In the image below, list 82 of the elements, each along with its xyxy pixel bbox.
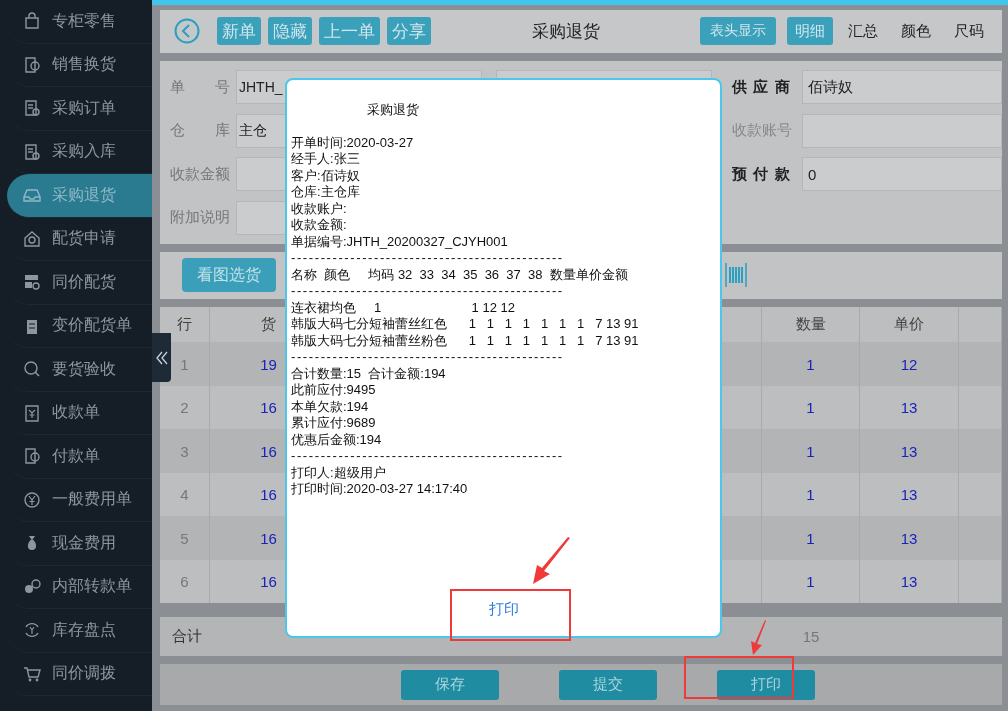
print-button[interactable]: 打印 [474, 594, 533, 624]
sidebar-label: 要货验收 [52, 358, 116, 379]
row-number: 6 [160, 559, 210, 604]
sidebar-label: 采购退货 [52, 184, 116, 205]
sidebar-label: 采购订单 [52, 97, 116, 118]
shop-icon [22, 272, 42, 293]
sidebar-label: 现金费用 [52, 532, 116, 553]
sidebar-item[interactable]: 销售换货 [7, 43, 152, 87]
input-field[interactable] [802, 113, 1002, 148]
document-icon [22, 446, 42, 467]
table-cell: 1 [762, 429, 860, 473]
sidebar-item[interactable]: 内部转款单 [7, 565, 152, 609]
sidebar-label: 同价调拨 [52, 663, 116, 684]
receipt-line: 开单时间:2020-03-27 [291, 134, 414, 151]
collapse-tab[interactable] [152, 333, 171, 382]
sidebar-label: 采购入库 [52, 141, 116, 162]
field-label: 仓 库 [170, 121, 230, 141]
table-cell: 12 [860, 342, 959, 386]
sidebar-label: 变价配货单 [52, 315, 132, 336]
view-tab[interactable]: 汇总 [840, 17, 886, 46]
field-label: 单 号 [170, 77, 230, 97]
barcode-scan-icon[interactable] [725, 262, 747, 289]
document-icon [22, 141, 42, 162]
sidebar-label: 库存盘点 [52, 619, 116, 640]
sidebar-label: 同价配货 [52, 271, 116, 292]
sidebar-item[interactable]: 采购订单 [7, 87, 152, 131]
house-icon [22, 228, 42, 249]
sidebar-label: 付款单 [52, 445, 100, 466]
sidebar-item[interactable]: 付款单 [7, 435, 152, 479]
sidebar-item[interactable]: 同价配货 [7, 261, 152, 305]
document-icon [22, 98, 42, 119]
sidebar-label: 专柜零售 [52, 10, 116, 31]
total-label: 合计 [171, 627, 203, 647]
sidebar-item[interactable]: 专柜零售 [7, 0, 152, 44]
yen-icon [22, 489, 42, 510]
field-label: 预 付 款 [732, 164, 790, 184]
document-icon [22, 54, 42, 75]
input-field[interactable]: 佰诗奴 [802, 70, 1002, 105]
field-label: 收款账号 [732, 121, 790, 141]
row-number: 5 [160, 516, 210, 560]
receipt-line: ---------------------------------------------- [291, 283, 564, 300]
double-chevron-icon [155, 349, 168, 366]
receipt-line: 仓库:主仓库 [291, 184, 360, 201]
view-tab[interactable]: 颜色 [893, 17, 939, 46]
receipt-line: ---------------------------------------------- [291, 250, 564, 267]
sidebar-item[interactable]: 变价配货单 [7, 304, 152, 348]
sidebar-item[interactable]: 一般费用单 [7, 478, 152, 522]
sidebar-label: 内部转款单 [52, 576, 132, 597]
sidebar-item[interactable]: 收款单 [7, 391, 152, 435]
input-field[interactable]: 0 [802, 157, 1002, 192]
sidebar-item[interactable]: 库存盘点 [7, 609, 152, 653]
table-cell: 1 [762, 342, 860, 386]
sidebar-item[interactable]: 同价调拨 [7, 652, 152, 696]
sidebar-label: 销售换货 [52, 54, 116, 75]
receipt-title: 采购退货 [367, 102, 419, 119]
receipt-line: 收款金额: [291, 217, 347, 234]
page-title: 采购退货 [530, 20, 601, 43]
table-cell: 13 [860, 429, 959, 473]
receipt-line: 客户:佰诗奴 [291, 167, 360, 184]
row-number: 3 [160, 429, 210, 473]
total-quantity: 15 [801, 628, 821, 646]
table-cell: 1 [762, 559, 860, 604]
receipt-line: 经手人:张三 [291, 151, 360, 168]
receipt-line: 名称 颜色 均码 32 33 34 35 36 37 38 数量单价金额 [291, 266, 628, 283]
sidebar-label: 一般费用单 [52, 489, 132, 510]
field-label: 收款金额 [170, 164, 230, 184]
receipt-icon [22, 402, 42, 423]
receipt-line: 单据编号:JHTH_20200327_CJYH001 [291, 233, 508, 250]
table-cell: 13 [860, 516, 959, 560]
field-label: 供 应 商 [732, 77, 790, 97]
table-cell: 13 [860, 559, 959, 604]
table-cell: 1 [762, 516, 860, 560]
view-tab[interactable]: 尺码 [946, 17, 992, 46]
sidebar-item[interactable]: 现金费用 [7, 522, 152, 566]
sidebar-item[interactable]: 配货申请 [7, 217, 152, 261]
receipt-line: 收款账户: [291, 200, 347, 217]
bag-icon [22, 11, 42, 32]
annotation-arrow [530, 536, 572, 586]
sidebar-label: 收款单 [52, 402, 100, 423]
field-label: 附加说明 [170, 208, 230, 228]
back-icon[interactable] [174, 18, 200, 45]
sidebar-label: 配货申请 [52, 228, 116, 249]
